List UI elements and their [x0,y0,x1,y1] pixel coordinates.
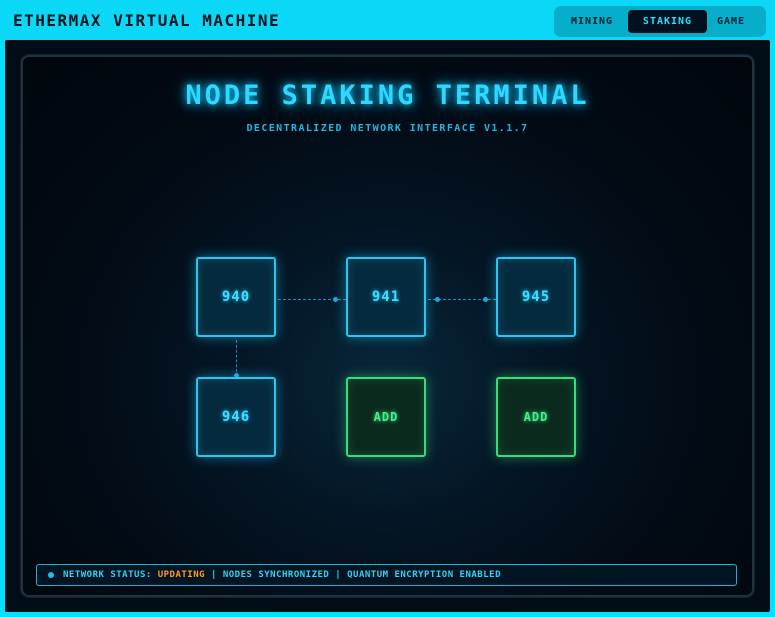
connection-link-940-946 [236,340,237,377]
node-label: 940 [221,289,251,305]
network-status-bar: NETWORK STATUS: UPDATING | NODES SYNCHRO… [36,564,737,586]
status-prefix: NETWORK STATUS: [63,570,158,580]
node-940[interactable]: 940 [196,257,276,337]
add-node-label: ADD [523,410,549,424]
status-suffix: | NODES SYNCHRONIZED | QUANTUM ENCRYPTIO… [205,570,501,580]
node-941[interactable]: 941 [346,257,426,337]
node-label: 941 [371,289,401,305]
app-title: ETHERMAX VIRTUAL MACHINE [13,11,281,30]
node-946[interactable]: 946 [196,377,276,457]
page-subtitle: DECENTRALIZED NETWORK INTERFACE V1.1.7 [246,123,529,134]
add-node-button[interactable]: ADD [496,377,576,457]
node-945[interactable]: 945 [496,257,576,337]
connection-node-dot [483,297,488,302]
staking-terminal-panel: NODE STAKING TERMINAL DECENTRALIZED NETW… [21,55,754,597]
tab-game[interactable]: GAME [710,10,752,33]
tab-staking[interactable]: STAKING [628,10,707,33]
nav-tabs: MINING STAKING GAME [554,6,766,37]
status-state: UPDATING [157,570,206,580]
title-bar: ETHERMAX VIRTUAL MACHINE MINING STAKING … [0,0,775,40]
status-text: NETWORK STATUS: UPDATING | NODES SYNCHRO… [63,570,501,580]
tab-mining[interactable]: MINING [559,10,625,33]
status-indicator-icon [48,572,54,578]
connection-node-dot [435,297,440,302]
node-label: 946 [221,409,251,425]
add-node-button[interactable]: ADD [346,377,426,457]
connection-node-dot [333,297,338,302]
add-node-label: ADD [373,410,399,424]
node-label: 945 [521,289,551,305]
page-title: NODE STAKING TERMINAL [185,80,590,111]
